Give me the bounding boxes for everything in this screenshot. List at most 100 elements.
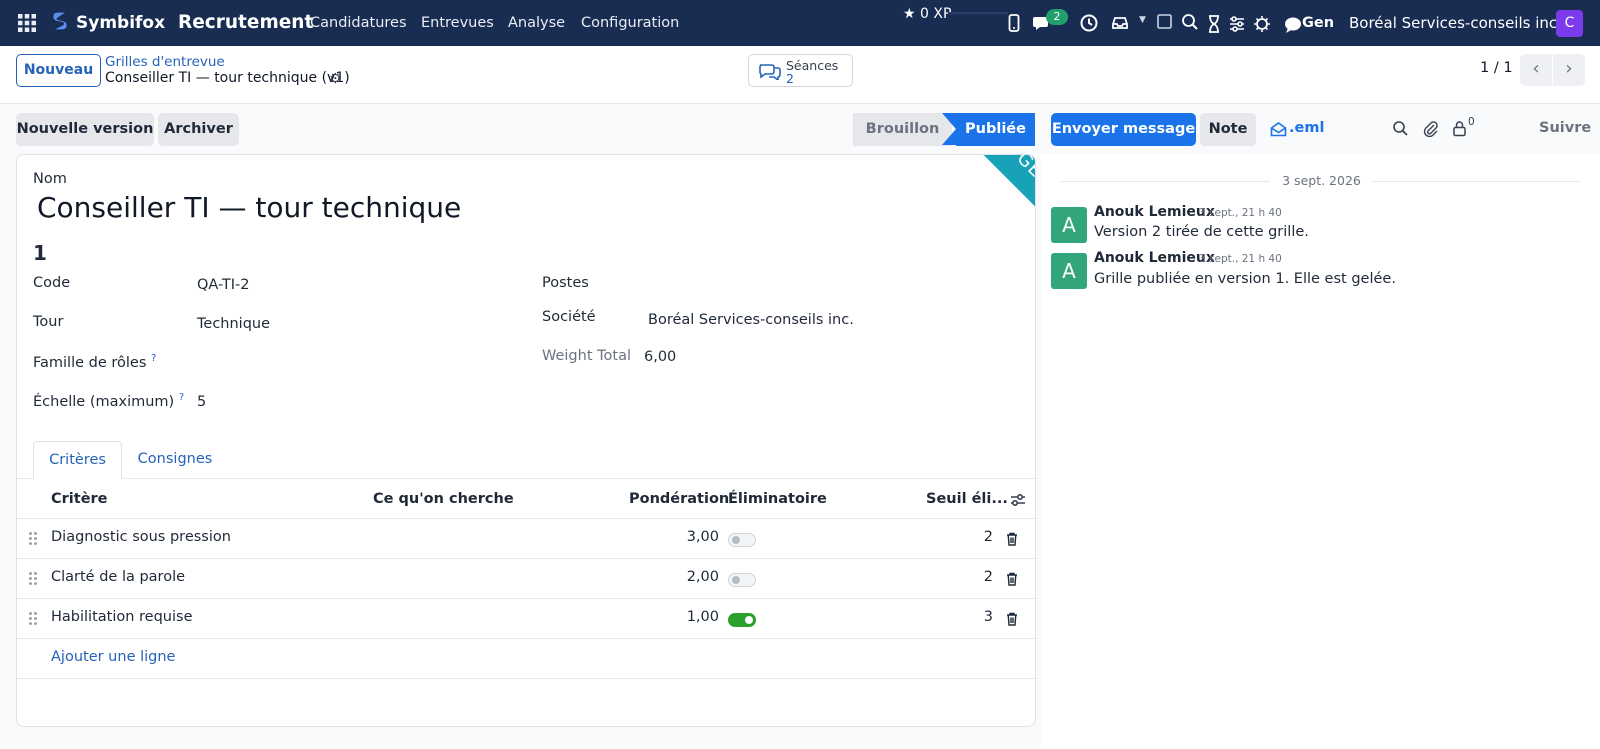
- ai-label[interactable]: Gen: [1302, 0, 1334, 46]
- version-number: 1: [33, 241, 47, 265]
- eliminatory-toggle[interactable]: [728, 613, 756, 627]
- drag-handle-icon[interactable]: [29, 572, 39, 586]
- gear-icon[interactable]: ⚙: [329, 71, 342, 87]
- caret-down-icon[interactable]: ▼: [1139, 15, 1146, 25]
- new-button[interactable]: Nouveau: [16, 54, 101, 87]
- role-family-label-text: Famille de rôles: [33, 354, 147, 371]
- send-message-button[interactable]: Envoyer message: [1051, 113, 1196, 146]
- message-time: 3 sept., 21 h 40: [1199, 253, 1282, 265]
- follow-button[interactable]: Suivre: [1539, 120, 1591, 136]
- messages-badge: 2: [1046, 9, 1068, 25]
- pager-previous-icon[interactable]: ‹: [1520, 54, 1552, 86]
- paperclip-icon[interactable]: [1422, 120, 1439, 138]
- control-panel: Nouveau Grilles d'entrevue Conseiller TI…: [0, 46, 1600, 104]
- app-name[interactable]: Recrutement: [178, 0, 313, 46]
- form-sheet: GELÉE Nom Conseiller TI — tour technique…: [16, 154, 1036, 727]
- threshold-cell[interactable]: 3: [977, 609, 993, 625]
- message-body: Grille publiée en version 1. Elle est ge…: [1094, 271, 1396, 287]
- menu-configuration[interactable]: Configuration: [581, 0, 679, 46]
- note-icon[interactable]: [1155, 12, 1175, 32]
- author-avatar[interactable]: A: [1051, 253, 1087, 289]
- row-divider: [17, 598, 1035, 599]
- col-weight[interactable]: Pondération: [629, 491, 729, 507]
- envelope-open-icon: [1270, 121, 1287, 137]
- company-switcher[interactable]: Boréal Services-conseils inc.: [1349, 0, 1562, 46]
- criterion-cell[interactable]: Habilitation requise: [51, 609, 193, 625]
- criterion-cell[interactable]: Diagnostic sous pression: [51, 529, 231, 545]
- message-body: Version 2 tirée de cette grille.: [1094, 224, 1309, 240]
- ribbon-label: GELÉE: [942, 155, 1035, 281]
- brand-logo-icon[interactable]: [50, 11, 72, 35]
- search-icon[interactable]: [1180, 12, 1200, 32]
- eliminatory-toggle[interactable]: [728, 573, 756, 587]
- trash-icon[interactable]: [1005, 572, 1019, 586]
- brand-name[interactable]: Symbifox: [76, 0, 165, 46]
- menu-candidatures[interactable]: Candidatures: [310, 0, 407, 46]
- message-author[interactable]: Anouk Lemieux: [1094, 250, 1215, 266]
- scale-max-field[interactable]: 5: [197, 394, 206, 410]
- trash-icon[interactable]: [1005, 532, 1019, 546]
- pager-value[interactable]: 1 / 1: [1480, 60, 1513, 76]
- col-criterion[interactable]: Critère: [51, 491, 108, 507]
- round-field[interactable]: Technique: [197, 316, 270, 332]
- trash-icon[interactable]: [1005, 612, 1019, 626]
- col-eliminatory[interactable]: Éliminatoire: [728, 491, 827, 507]
- status-published[interactable]: Publiée: [956, 113, 1035, 146]
- menu-analyse[interactable]: Analyse: [508, 0, 565, 46]
- date-separator-line: [1371, 181, 1581, 182]
- col-looking-for[interactable]: Ce qu'on cherche: [373, 491, 514, 507]
- col-threshold[interactable]: Seuil éli...: [926, 491, 1008, 507]
- comments-icon: [758, 62, 782, 82]
- message-author[interactable]: Anouk Lemieux: [1094, 204, 1215, 220]
- tab-instructions[interactable]: Consignes: [130, 441, 220, 479]
- status-arrow-tail: [942, 113, 956, 145]
- threshold-cell[interactable]: 2: [977, 529, 993, 545]
- xp-counter[interactable]: ★ 0 XP: [903, 6, 951, 22]
- weight-cell[interactable]: 1,00: [679, 609, 719, 625]
- date-separator: 3 sept. 2026: [1282, 173, 1361, 188]
- author-avatar[interactable]: A: [1051, 207, 1087, 243]
- company-field[interactable]: Boréal Services-conseils inc.: [648, 312, 854, 328]
- archive-button[interactable]: Archiver: [158, 113, 239, 146]
- drag-handle-icon[interactable]: [29, 532, 39, 546]
- scale-max-label: Échelle (maximum) ?: [33, 392, 184, 410]
- pager-next-icon[interactable]: ›: [1553, 54, 1585, 86]
- code-field[interactable]: QA-TI-2: [197, 277, 250, 293]
- ai-chat-icon[interactable]: [1283, 15, 1301, 33]
- inbox-icon[interactable]: [1110, 13, 1130, 33]
- new-version-button[interactable]: Nouvelle version: [16, 113, 154, 146]
- phone-icon[interactable]: [1004, 13, 1024, 33]
- apps-icon[interactable]: [17, 13, 37, 33]
- sessions-smart-button[interactable]: Séances 2: [748, 54, 853, 87]
- weight-cell[interactable]: 3,00: [679, 529, 719, 545]
- eliminatory-toggle[interactable]: [728, 533, 756, 547]
- criterion-cell[interactable]: Clarté de la parole: [51, 569, 185, 585]
- xp-value: 0 XP: [920, 6, 952, 22]
- name-field[interactable]: Conseiller TI — tour technique: [37, 191, 461, 224]
- help-icon[interactable]: ?: [179, 392, 184, 403]
- hourglass-icon[interactable]: [1204, 14, 1224, 34]
- chatter-search-icon[interactable]: [1392, 120, 1409, 137]
- tab-criteria[interactable]: Critères: [33, 441, 122, 479]
- eml-button[interactable]: .eml: [1289, 120, 1324, 136]
- clock-icon[interactable]: [1079, 13, 1099, 33]
- weight-total-label: Weight Total: [542, 348, 631, 364]
- date-separator-line: [1060, 181, 1270, 182]
- sliders-icon[interactable]: [1227, 14, 1247, 34]
- optional-columns-icon[interactable]: [1009, 491, 1027, 509]
- add-line-link[interactable]: Ajouter une ligne: [51, 649, 175, 665]
- threshold-cell[interactable]: 2: [977, 569, 993, 585]
- menu-entrevues[interactable]: Entrevues: [421, 0, 494, 46]
- status-draft[interactable]: Brouillon: [853, 113, 952, 146]
- lock-icon[interactable]: [1452, 120, 1467, 137]
- tabs-divider: [17, 478, 1035, 479]
- bug-icon[interactable]: [1252, 14, 1272, 34]
- scale-max-label-text: Échelle (maximum): [33, 393, 175, 410]
- breadcrumb-parent[interactable]: Grilles d'entrevue: [105, 54, 225, 70]
- user-avatar[interactable]: C: [1556, 10, 1583, 37]
- help-icon[interactable]: ?: [151, 353, 156, 364]
- code-label: Code: [33, 275, 71, 291]
- drag-handle-icon[interactable]: [29, 612, 39, 626]
- weight-cell[interactable]: 2,00: [679, 569, 719, 585]
- log-note-button[interactable]: Note: [1200, 113, 1256, 146]
